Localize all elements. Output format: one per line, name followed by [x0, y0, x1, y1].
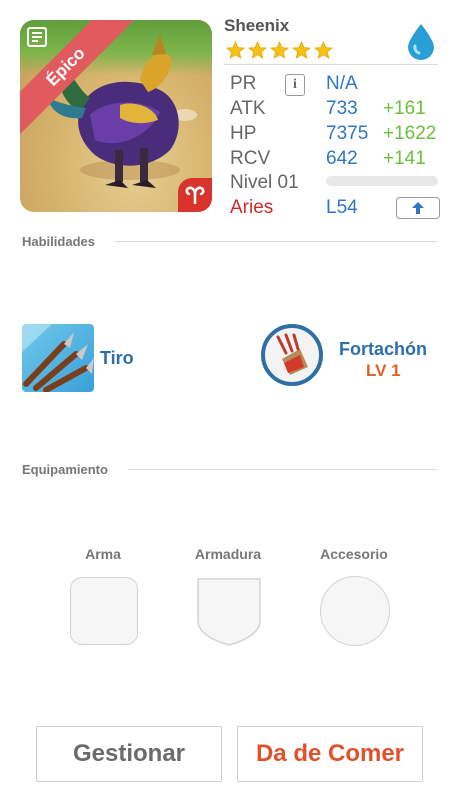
star-icon	[314, 41, 333, 59]
atk-value: 733	[326, 98, 358, 119]
zodiac-level: L54	[326, 197, 358, 218]
rcv-value: 642	[326, 148, 358, 169]
hp-bonus: +1622	[383, 123, 437, 144]
document-icon[interactable]	[26, 26, 48, 48]
rcv-bonus: +141	[383, 148, 426, 169]
star-rating	[226, 41, 333, 61]
star-icon	[248, 41, 267, 59]
abilities-divider	[115, 241, 437, 242]
claw-shield-icon[interactable]	[260, 323, 324, 387]
abilities-title: Habilidades	[22, 234, 95, 249]
hp-label: HP	[230, 123, 257, 144]
manage-button[interactable]: Gestionar	[36, 726, 222, 782]
equipment-divider	[128, 469, 437, 470]
accessory-label: Accesorio	[320, 546, 388, 562]
accessory-slot[interactable]	[320, 576, 390, 646]
active-skill-name[interactable]: Tiro	[100, 348, 134, 369]
info-icon[interactable]: i	[285, 74, 305, 96]
zodiac-label: Aries	[230, 197, 274, 218]
rcv-label: RCV	[230, 148, 271, 169]
arrow-up-icon	[412, 202, 424, 214]
atk-bonus: +161	[383, 98, 426, 119]
pr-label: PR	[230, 73, 257, 94]
passive-skill-level: LV 1	[366, 361, 401, 380]
star-icon	[226, 41, 245, 59]
water-drop-icon	[408, 24, 434, 60]
star-icon	[292, 41, 311, 59]
atk-label: ATK	[230, 98, 266, 119]
weapon-label: Arma	[85, 546, 121, 562]
armor-slot[interactable]	[194, 575, 264, 647]
hp-value: 7375	[326, 123, 369, 144]
armor-label: Armadura	[194, 546, 262, 562]
upgrade-button[interactable]	[396, 197, 440, 219]
level-label: Nivel 01	[230, 172, 299, 193]
monster-portrait: Épico	[20, 20, 212, 212]
monster-name: Sheenix	[224, 16, 290, 35]
arrows-icon[interactable]	[22, 324, 94, 392]
experience-bar	[326, 176, 438, 186]
equipment-title: Equipamiento	[22, 462, 108, 477]
passive-skill-name[interactable]: Fortachón	[339, 339, 427, 360]
star-icon	[270, 41, 289, 59]
header-divider	[224, 64, 438, 65]
pr-value: N/A	[326, 73, 358, 94]
feed-button[interactable]: Da de Comer	[237, 726, 423, 782]
weapon-slot[interactable]	[70, 577, 138, 645]
aries-icon	[178, 178, 212, 212]
